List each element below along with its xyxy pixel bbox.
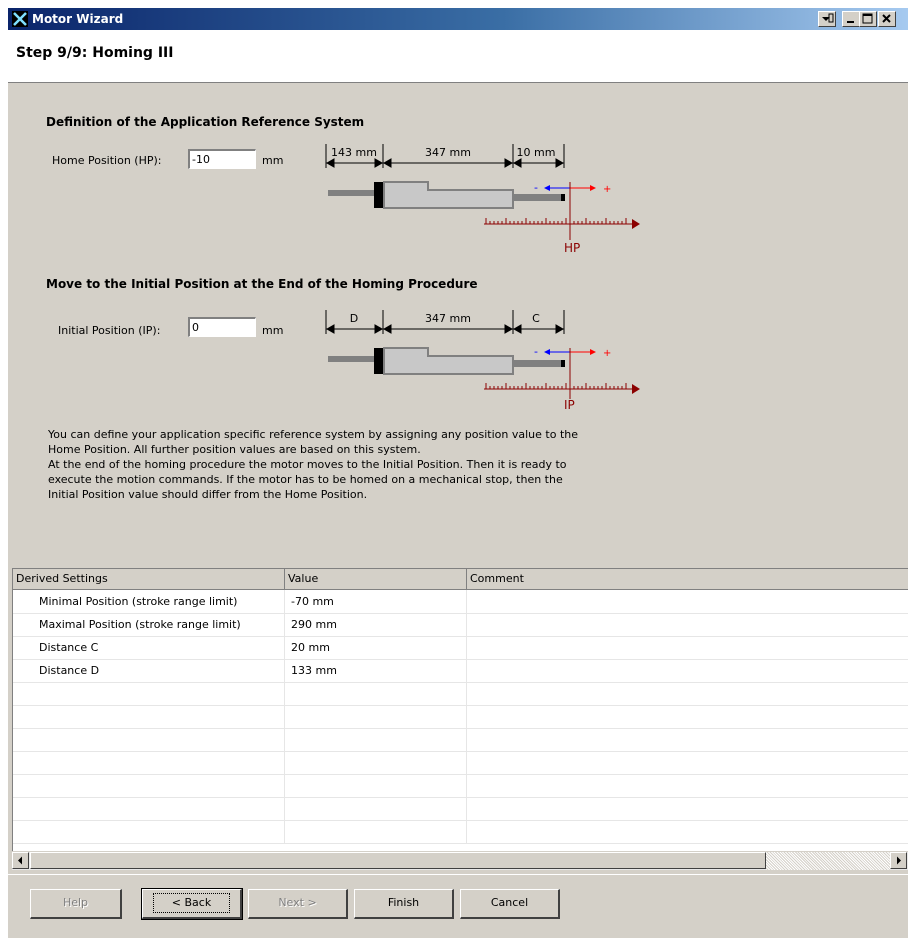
help-button[interactable]: Help [30, 889, 122, 919]
mid-dimension-label: 347 mm [425, 146, 471, 159]
minimize-button[interactable] [842, 11, 860, 27]
grid-header: Derived Settings Value Comment [13, 569, 908, 590]
plus-sign: + [603, 348, 611, 359]
finish-button[interactable]: Finish [354, 889, 454, 919]
title-bar[interactable]: Motor Wizard [8, 8, 908, 30]
home-position-diagram: 143 mm 347 mm 10 mm - + HP [325, 144, 640, 255]
description-line: Home Position. All further position valu… [48, 443, 421, 456]
restore-button[interactable] [818, 11, 836, 27]
hp-marker-label: HP [564, 241, 580, 255]
actuator-body [328, 347, 565, 375]
setting-value-cell[interactable]: 290 mm [285, 613, 467, 636]
setting-comment-cell [467, 636, 908, 659]
description-text: You can define your application specific… [48, 427, 728, 502]
scroll-track[interactable] [766, 852, 890, 870]
scroll-right-button[interactable] [890, 852, 907, 869]
setting-value-cell[interactable]: 133 mm [285, 659, 467, 682]
setting-name-cell: Distance C [13, 636, 285, 659]
app-icon [12, 11, 28, 27]
setting-comment-cell [467, 659, 908, 682]
wizard-header: Step 9/9: Homing III [8, 30, 908, 83]
initial-position-diagram: D 347 mm C - + IP [325, 310, 640, 412]
wizard-button-bar: Help < Back Next > Finish Cancel [8, 874, 908, 938]
motor-wizard-window: Motor Wizard Step 9/9: Homing III Defini… [8, 8, 908, 938]
column-header-value[interactable]: Value [285, 569, 467, 589]
direction-arrows: - + [534, 345, 611, 359]
initial-position-unit: mm [262, 324, 284, 337]
setting-name-cell: Minimal Position (stroke range limit) [13, 590, 285, 613]
scroll-right-icon [897, 856, 901, 865]
close-button[interactable] [878, 11, 896, 27]
ip-marker-label: IP [564, 398, 575, 412]
distance-d-label: D [350, 312, 358, 325]
empty-row [13, 705, 908, 729]
distance-c-label: C [532, 312, 540, 325]
window-title: Motor Wizard [32, 12, 124, 26]
horizontal-scrollbar[interactable] [12, 852, 908, 870]
cancel-button[interactable]: Cancel [460, 889, 560, 919]
table-row[interactable]: Distance C 20 mm [13, 636, 908, 660]
setting-value-cell[interactable]: 20 mm [285, 636, 467, 659]
empty-row [13, 774, 908, 798]
empty-row [13, 682, 908, 706]
empty-row [13, 751, 908, 775]
home-position-unit: mm [262, 154, 284, 167]
setting-value-cell[interactable]: -70 mm [285, 590, 467, 613]
home-position-input[interactable] [188, 149, 256, 169]
minus-sign: - [534, 345, 538, 358]
restore-icon [822, 13, 834, 23]
description-line: You can define your application specific… [48, 428, 579, 441]
actuator-body [328, 181, 565, 209]
scroll-left-icon [18, 856, 22, 865]
column-header-derived-settings[interactable]: Derived Settings [13, 569, 285, 589]
setting-name-cell: Maximal Position (stroke range limit) [13, 613, 285, 636]
close-icon [882, 14, 891, 23]
table-row[interactable]: Distance D 133 mm [13, 659, 908, 683]
section-reference-title: Definition of the Application Reference … [46, 115, 365, 129]
maximize-button[interactable] [859, 11, 877, 27]
scroll-thumb[interactable] [30, 852, 766, 869]
table-row[interactable]: Maximal Position (stroke range limit) 29… [13, 613, 908, 637]
empty-row [13, 728, 908, 752]
initial-position-label: Initial Position (IP): [58, 324, 161, 337]
back-button[interactable]: < Back [141, 888, 243, 920]
initial-position-input[interactable] [188, 317, 256, 337]
scroll-left-button[interactable] [12, 852, 29, 869]
home-position-label: Home Position (HP): [52, 154, 162, 167]
maximize-icon [862, 13, 873, 24]
setting-comment-cell [467, 613, 908, 636]
column-header-comment[interactable]: Comment [467, 569, 908, 589]
setting-comment-cell [467, 590, 908, 613]
table-row[interactable]: Minimal Position (stroke range limit) -7… [13, 590, 908, 614]
description-line: Initial Position value should differ fro… [48, 488, 368, 501]
mid-dimension-label: 347 mm [425, 312, 471, 325]
derived-settings-grid[interactable]: Derived Settings Value Comment Minimal P… [12, 568, 908, 851]
description-line: At the end of the homing procedure the m… [48, 458, 567, 471]
direction-arrows: - + [534, 181, 611, 195]
minus-sign: - [534, 181, 538, 194]
description-line: execute the motion commands. If the moto… [48, 473, 563, 486]
left-dimension-label: 143 mm [331, 146, 377, 159]
next-button[interactable]: Next > [248, 889, 348, 919]
plus-sign: + [603, 184, 611, 195]
minimize-icon [847, 21, 854, 23]
setting-name-cell: Distance D [13, 659, 285, 682]
empty-row [13, 797, 908, 821]
back-button-label: < Back [152, 893, 231, 913]
step-title: Step 9/9: Homing III [16, 45, 174, 61]
empty-row [13, 820, 908, 844]
section-initial-title: Move to the Initial Position at the End … [46, 277, 478, 291]
right-dimension-label: 10 mm [517, 146, 556, 159]
